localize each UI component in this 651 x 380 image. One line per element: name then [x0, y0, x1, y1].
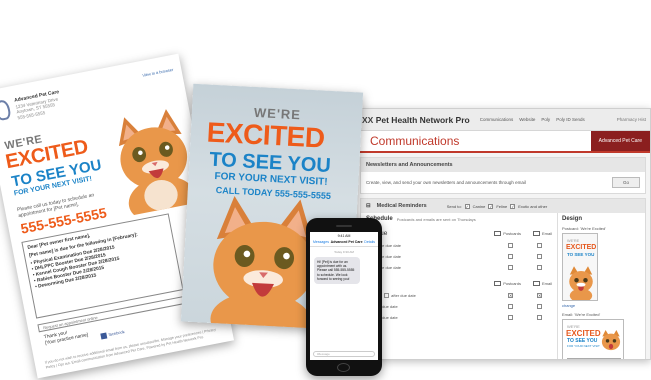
- postcard-checkbox[interactable]: ✕: [508, 292, 513, 298]
- newsletters-heading: Newsletters and Announcements: [361, 158, 645, 172]
- home-button[interactable]: [337, 363, 350, 372]
- schedule-section: Schedule Postcards and emails are sent o…: [361, 213, 557, 359]
- postcard-checkbox[interactable]: [508, 303, 513, 309]
- medical-reminders-heading: Medical Reminders: [376, 203, 427, 209]
- canine-label: Canine: [472, 203, 486, 209]
- facebook-link[interactable]: facebook: [108, 329, 125, 337]
- postcard-checkbox[interactable]: [508, 242, 513, 248]
- account-menu[interactable]: Pharmacy Hist: [617, 117, 646, 122]
- nav-communications[interactable]: Communications: [480, 117, 514, 122]
- nav-poly[interactable]: Poly: [541, 117, 550, 122]
- send-to-label: Send to:: [446, 203, 462, 209]
- email-checkbox[interactable]: [537, 264, 542, 270]
- practice-selector[interactable]: Advanced Pet Care: [590, 131, 650, 151]
- feline-label: Feline: [496, 203, 508, 209]
- postcard-checkbox[interactable]: [508, 253, 513, 259]
- postcard-design-label: Postcard: 'We're Excited': [562, 226, 607, 231]
- email-checkbox[interactable]: ✕: [537, 292, 542, 298]
- postcard-checkbox[interactable]: [508, 264, 513, 270]
- back-button[interactable]: Messages: [313, 240, 329, 244]
- practice-info: Advanced Pet Care 1234 Veterinary Drive …: [13, 89, 60, 120]
- sign-off: Thank you! [Your practice name]: [43, 330, 89, 347]
- schedule-row: after due date: [366, 303, 552, 309]
- page-header: Communications Advanced Pet Care: [356, 131, 650, 153]
- change-postcard-link[interactable]: change: [562, 303, 641, 308]
- smartphone: 9:41 AM Messages Advanced Pet Care Detai…: [306, 218, 382, 376]
- email-column-label: Email: [541, 280, 552, 286]
- design-heading: Design: [562, 216, 583, 222]
- message-input[interactable]: iMessage: [313, 351, 375, 357]
- newsletters-panel: Newsletters and Announcements Create, vi…: [360, 157, 646, 194]
- email-checkbox[interactable]: [537, 253, 542, 259]
- send-to-filters: Send to: ✓ Canine ✓ Feline ✓ Exotic and oth…: [446, 203, 548, 209]
- period-dropdown[interactable]: [384, 292, 390, 298]
- exotic-label: Exotic and other: [518, 203, 548, 209]
- email-column-label: Email: [541, 230, 552, 236]
- email-icon: [532, 231, 540, 237]
- postcard-icon: [494, 281, 502, 287]
- email-icon: [532, 281, 540, 287]
- text-message-bubble: Hi! [Pet] is due for an appointment with…: [314, 257, 360, 285]
- postcard-design-thumbnail[interactable]: WE'RE EXCITED TO SEE YOU: [562, 233, 598, 301]
- postcard-checkbox[interactable]: [508, 314, 513, 320]
- kitten-image: [569, 266, 593, 300]
- design-section: Design Postcard: 'We're Excited' WE'RE E…: [557, 213, 645, 359]
- message-timestamp: Today 9:30 AM: [334, 250, 354, 254]
- exotic-checkbox[interactable]: ✓: [510, 203, 516, 209]
- email-checkbox[interactable]: [537, 242, 542, 248]
- communications-app-window: XX Pet Health Network Pro Communications…: [355, 108, 651, 360]
- postcards-column-label: Postcards: [503, 280, 521, 286]
- schedule-row: before due date: [366, 242, 552, 248]
- feline-checkbox[interactable]: ✓: [488, 203, 494, 209]
- details-button[interactable]: Details: [364, 240, 375, 244]
- newsletters-go-button[interactable]: Go: [611, 177, 640, 188]
- email-checkbox[interactable]: [537, 314, 542, 320]
- view-in-browser-link[interactable]: View in a browser: [142, 67, 174, 78]
- contact-name: Advanced Pet Care: [330, 240, 363, 244]
- main-nav: Communications Website Poly Poly ID Send…: [480, 117, 585, 122]
- facebook-icon[interactable]: [100, 332, 108, 340]
- postcard-icon: [494, 231, 502, 237]
- schedule-row: before due date: [366, 264, 552, 270]
- schedule-row: before due date: [366, 253, 552, 259]
- message-header: Messages Advanced Pet Care Details: [310, 238, 378, 247]
- practice-logo-icon: [0, 98, 12, 122]
- page-title: Communications: [370, 134, 460, 148]
- schedule-row: Weekafter due date✕✕: [366, 291, 552, 299]
- postcards-column-label: Postcards: [503, 230, 521, 236]
- brand-logo: XX Pet Health Network Pro: [362, 114, 470, 125]
- newsletters-description: Create, view, and send your own newslett…: [366, 180, 526, 185]
- app-top-bar: XX Pet Health Network Pro Communications…: [356, 109, 650, 131]
- schedule-subtitle: Postcards and emails are sent on Thursda…: [396, 216, 476, 222]
- phone-screen: 9:41 AM Messages Advanced Pet Care Detai…: [310, 232, 378, 360]
- email-design-label: Email: 'We're Excited': [562, 312, 601, 317]
- email-checkbox[interactable]: [537, 303, 542, 309]
- email-design-thumbnail[interactable]: WE'RE EXCITED TO SEE YOU FOR YOUR NEXT V…: [562, 319, 624, 359]
- medical-reminders-panel: ⊟ Medical Reminders Send to: ✓ Canine ✓ Fe…: [360, 198, 646, 359]
- schedule-row: after due date: [366, 314, 552, 320]
- nav-website[interactable]: Website: [519, 117, 535, 122]
- canine-checkbox[interactable]: ✓: [464, 203, 470, 209]
- nav-poly-id-sends[interactable]: Poly ID Sends: [556, 117, 585, 122]
- kitten-image: [601, 330, 621, 351]
- speaker: [336, 225, 352, 227]
- collapse-icon[interactable]: ⊟: [366, 203, 371, 209]
